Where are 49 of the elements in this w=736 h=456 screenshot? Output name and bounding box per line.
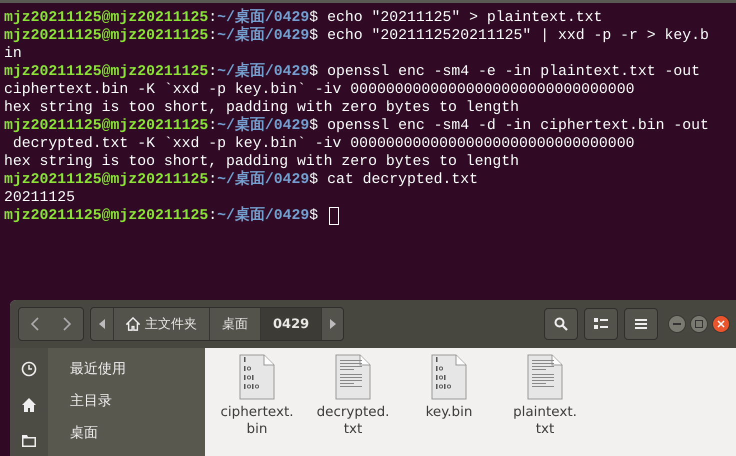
terminal-command: echo "2021112520211125" | xxd -p -r > key.b bbox=[327, 27, 709, 45]
minimize-icon bbox=[673, 323, 681, 325]
path-button[interactable]: 0429 bbox=[260, 308, 322, 340]
search-icon bbox=[554, 317, 568, 331]
sidebar-item[interactable]: 主目录 bbox=[70, 390, 126, 412]
terminal-output: ciphertext.bin -K `xxd -p key.bin` -iv 00000000000000000000000000000000 bbox=[4, 81, 634, 99]
triangle-right-icon bbox=[330, 319, 336, 329]
text-file-icon bbox=[335, 354, 371, 400]
terminal-command: openssl enc -sm4 -d -in ciphertext.bin -out bbox=[327, 117, 709, 135]
menu-button[interactable] bbox=[624, 308, 658, 340]
file-name[interactable]: plaintext. txt bbox=[513, 404, 577, 438]
view-list-button[interactable] bbox=[584, 308, 618, 340]
binary-file-icon bbox=[239, 354, 275, 400]
minimize-button[interactable] bbox=[668, 315, 686, 333]
terminal-output: decrypted.txt -K `xxd -p key.bin` -iv 00000000000000000000000000000000 bbox=[12, 135, 634, 153]
clock-icon bbox=[21, 361, 37, 377]
terminal-prompt: mjz20211125@mjz20211125:~/桌面/0429$ bbox=[4, 171, 320, 189]
folder-icon bbox=[21, 433, 37, 449]
home-icon bbox=[126, 317, 140, 331]
terminal-output: in bbox=[4, 45, 22, 63]
list-view-icon bbox=[594, 318, 608, 330]
path-button[interactable]: 主文件夹 bbox=[113, 308, 209, 340]
terminal-output: 20211125 bbox=[4, 189, 76, 207]
terminal-command: cat decrypted.txt bbox=[327, 171, 478, 189]
terminal-command: echo "20211125" > plaintext.txt bbox=[327, 9, 602, 27]
file-name[interactable]: key.bin bbox=[426, 404, 472, 421]
terminal-command: openssl enc -sm4 -e -in plaintext.txt -out bbox=[327, 63, 700, 81]
triangle-left-icon bbox=[99, 319, 105, 329]
binary-file-icon bbox=[431, 354, 467, 400]
terminal-output: hex string is too short, padding with zero bytes to length bbox=[4, 153, 520, 170]
sidebar-item[interactable]: 桌面 bbox=[70, 422, 126, 444]
terminal-prompt: mjz20211125@mjz20211125:~/桌面/0429$ bbox=[4, 117, 320, 135]
maximize-icon bbox=[695, 320, 703, 328]
chevron-left-icon bbox=[30, 317, 40, 331]
terminal-prompt: mjz20211125@mjz20211125:~/桌面/0429$ bbox=[4, 207, 320, 225]
terminal-prompt: mjz20211125@mjz20211125:~/桌面/0429$ bbox=[4, 27, 320, 45]
sidebar-item[interactable]: 最近使用 bbox=[70, 358, 126, 380]
terminal-prompt: mjz20211125@mjz20211125:~/桌面/0429$ bbox=[4, 63, 320, 81]
file-name[interactable]: decrypted. txt bbox=[316, 404, 390, 438]
chevron-right-icon bbox=[62, 317, 72, 331]
search-button[interactable] bbox=[544, 308, 578, 340]
home-icon bbox=[21, 397, 37, 413]
text-file-icon bbox=[527, 354, 563, 400]
close-button[interactable] bbox=[712, 315, 730, 333]
menu-icon bbox=[635, 319, 647, 329]
terminal-prompt: mjz20211125@mjz20211125:~/桌面/0429$ bbox=[4, 9, 320, 26]
close-icon bbox=[717, 320, 725, 328]
terminal-output: hex string is too short, padding with zero bytes to length bbox=[4, 99, 520, 116]
file-name[interactable]: ciphertext. bin bbox=[220, 404, 294, 438]
